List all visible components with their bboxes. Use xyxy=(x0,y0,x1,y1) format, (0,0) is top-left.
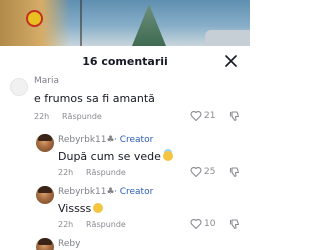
reply-button[interactable]: Răspunde xyxy=(62,112,102,121)
avatar[interactable] xyxy=(10,78,28,96)
comment-username[interactable]: Rebyrbk11♣ xyxy=(58,187,115,197)
avatar[interactable] xyxy=(36,186,54,204)
creator-badge: · Creator xyxy=(114,187,154,197)
comment-time: 22h xyxy=(58,220,74,229)
thumbs-down-icon[interactable] xyxy=(229,218,241,230)
comments-sheet: 16 comentarii Maria e frumos sa fi amant… xyxy=(0,46,250,250)
like-count: 10 xyxy=(204,219,216,229)
street-sign xyxy=(26,10,43,27)
comment-username[interactable]: Rebyrbk11♣ xyxy=(58,135,115,145)
comment-item: Rebyrbk11♣ · Creator După cum se vede 22… xyxy=(0,134,250,184)
comments-count-title: 16 comentarii xyxy=(82,55,168,68)
video-background xyxy=(0,0,250,46)
reply-button[interactable]: Răspunde xyxy=(86,168,126,177)
comment-time: 22h xyxy=(34,112,50,121)
avatar[interactable] xyxy=(36,134,54,152)
close-icon[interactable] xyxy=(224,54,238,68)
comment-text: e frumos sa fi amantă xyxy=(34,92,155,105)
halo-smile-emoji xyxy=(162,151,173,161)
heart-icon[interactable] xyxy=(190,166,202,178)
comments-header: 16 comentarii xyxy=(0,46,250,76)
comment-item: Maria e frumos sa fi amantă 22h Răspunde… xyxy=(0,76,250,128)
comment-text: Vissss xyxy=(58,202,104,215)
heart-icon[interactable] xyxy=(190,218,202,230)
like-count: 21 xyxy=(204,111,216,121)
comment-username[interactable]: Reby xyxy=(58,239,80,249)
smile-emoji xyxy=(93,203,104,213)
thumbs-down-icon[interactable] xyxy=(229,166,241,178)
comment-text: După cum se vede xyxy=(58,150,173,163)
heart-icon[interactable] xyxy=(190,110,202,122)
comment-item: Reby xyxy=(0,238,250,250)
christmas-tree xyxy=(132,4,166,46)
comment-username[interactable]: Maria xyxy=(34,76,59,86)
comment-item: Rebyrbk11♣ · Creator Vissss 22h Răspunde… xyxy=(0,186,250,236)
thumbs-down-icon[interactable] xyxy=(229,110,241,122)
creator-badge: · Creator xyxy=(114,135,154,145)
like-count: 25 xyxy=(204,167,216,177)
comment-time: 22h xyxy=(58,168,74,177)
reply-button[interactable]: Răspunde xyxy=(86,220,126,229)
avatar[interactable] xyxy=(36,238,54,250)
